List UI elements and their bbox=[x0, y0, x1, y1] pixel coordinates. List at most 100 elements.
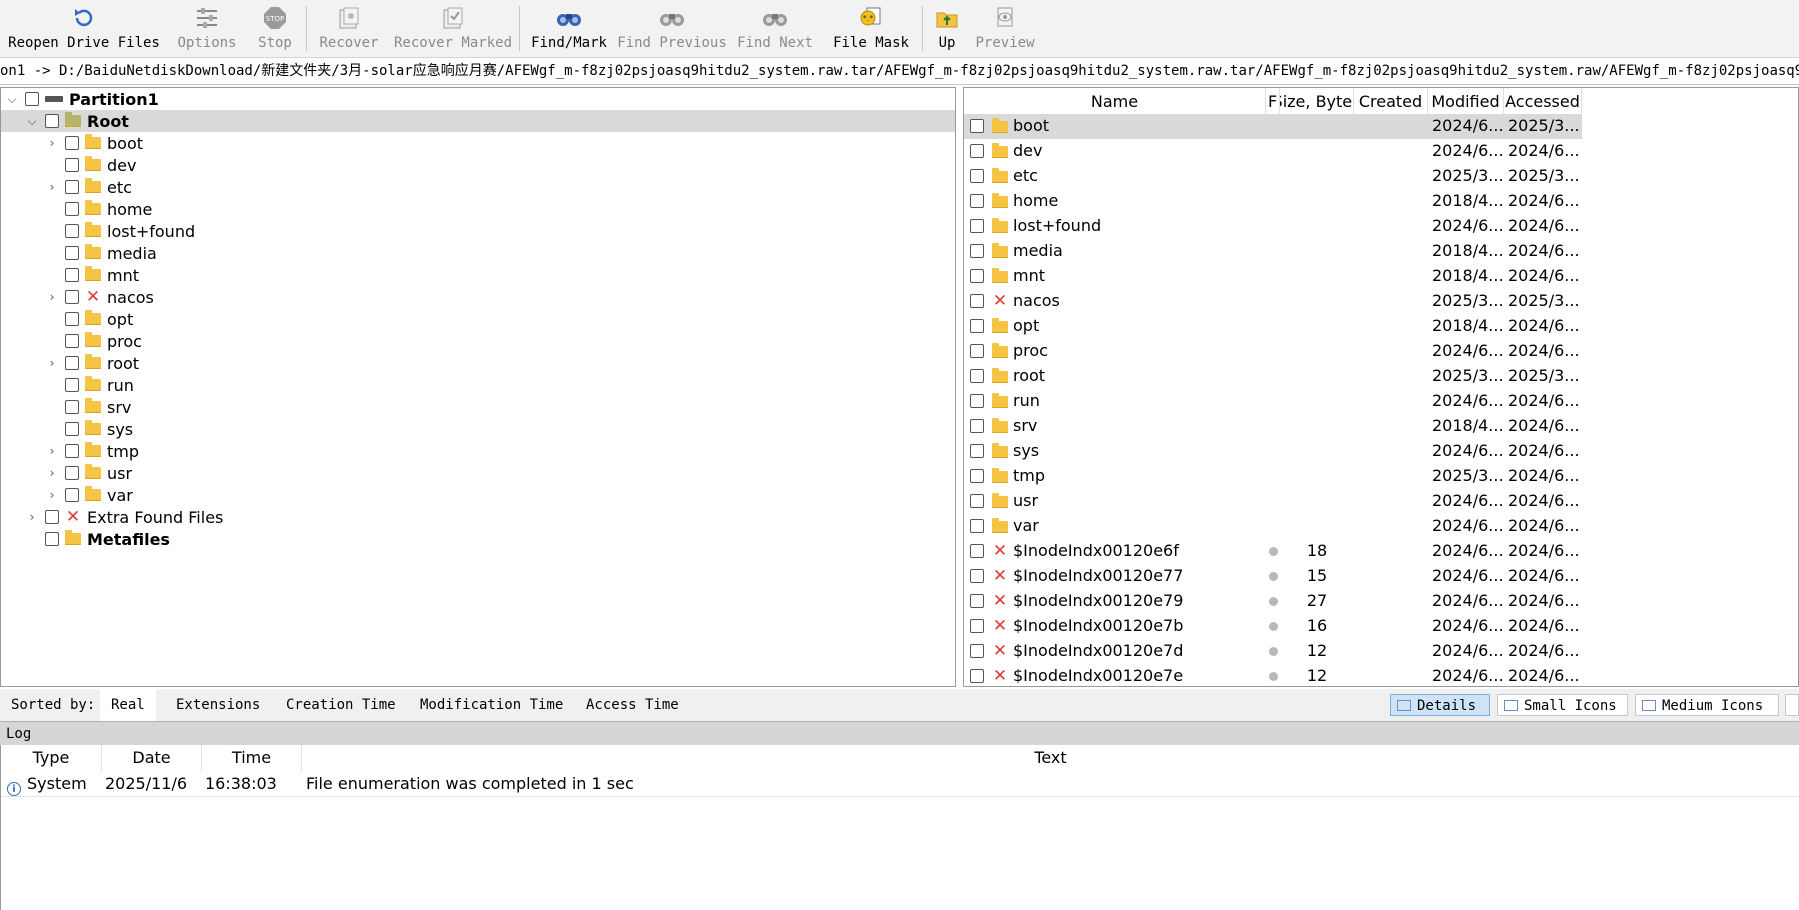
column-header-modified[interactable]: Modified bbox=[1428, 88, 1504, 114]
up-button[interactable]: Up bbox=[925, 0, 969, 57]
table-row[interactable]: sys 2024/6... 2024/6... bbox=[964, 439, 1582, 464]
log-row[interactable]: i System 2025/11/6 16:38:03 File enumera… bbox=[1, 772, 1799, 797]
tree-node-metafiles[interactable]: Metafiles bbox=[1, 528, 955, 550]
log-column-text[interactable]: Text bbox=[302, 745, 1799, 771]
reopen-drive-files-button[interactable]: Reopen Drive Files bbox=[0, 0, 168, 57]
chevron-right-icon[interactable]: › bbox=[45, 356, 59, 370]
log-column-type[interactable]: Type bbox=[1, 745, 102, 771]
table-row[interactable]: ✕ $InodeIndx00120e6f 18 2024/6... 2024/6... bbox=[964, 539, 1582, 564]
checkbox[interactable] bbox=[970, 519, 984, 533]
tree-node-item[interactable]: › root bbox=[1, 352, 955, 374]
tree-node-item[interactable]: sys bbox=[1, 418, 955, 440]
checkbox[interactable] bbox=[970, 194, 984, 208]
tree-node-item[interactable]: proc bbox=[1, 330, 955, 352]
checkbox[interactable] bbox=[65, 356, 79, 370]
checkbox[interactable] bbox=[65, 202, 79, 216]
checkbox[interactable] bbox=[970, 469, 984, 483]
checkbox[interactable] bbox=[970, 619, 984, 633]
tree-node-item[interactable]: opt bbox=[1, 308, 955, 330]
chevron-right-icon[interactable]: › bbox=[45, 136, 59, 150]
view-small-icons-button[interactable]: Small Icons bbox=[1497, 694, 1628, 716]
view-medium-icons-button[interactable]: Medium Icons bbox=[1635, 694, 1779, 716]
checkbox[interactable] bbox=[65, 466, 79, 480]
table-row[interactable]: usr 2024/6... 2024/6... bbox=[964, 489, 1582, 514]
checkbox[interactable] bbox=[65, 290, 79, 304]
stop-button[interactable]: STOP Stop bbox=[246, 0, 304, 57]
table-row[interactable]: ✕ $InodeIndx00120e7d 12 2024/6... 2024/6... bbox=[964, 639, 1582, 664]
sort-real[interactable]: Real bbox=[100, 689, 156, 721]
checkbox[interactable] bbox=[65, 400, 79, 414]
view-details-button[interactable]: Details bbox=[1390, 694, 1490, 716]
table-row[interactable]: boot 2024/6... 2025/3... bbox=[964, 114, 1582, 139]
find-next-button[interactable]: Find Next bbox=[728, 0, 822, 57]
checkbox[interactable] bbox=[970, 344, 984, 358]
checkbox[interactable] bbox=[970, 444, 984, 458]
column-header-accessed[interactable]: Accessed bbox=[1504, 88, 1582, 114]
tree-node-item[interactable]: › var bbox=[1, 484, 955, 506]
tree-node-item[interactable]: srv bbox=[1, 396, 955, 418]
checkbox[interactable] bbox=[970, 219, 984, 233]
chevron-down-icon[interactable]: ⌵ bbox=[25, 114, 39, 128]
path-bar[interactable]: on1 -> D:/BaiduNetdiskDownload/新建文件夹/3月-… bbox=[0, 58, 1799, 85]
tree-node-item[interactable]: › etc bbox=[1, 176, 955, 198]
table-row[interactable]: run 2024/6... 2024/6... bbox=[964, 389, 1582, 414]
checkbox[interactable] bbox=[970, 369, 984, 383]
checkbox[interactable] bbox=[65, 158, 79, 172]
table-row[interactable]: root 2025/3... 2025/3... bbox=[964, 364, 1582, 389]
column-header-created[interactable]: Created bbox=[1354, 88, 1428, 114]
tree-node-item[interactable]: dev bbox=[1, 154, 955, 176]
tree-node-item[interactable]: mnt bbox=[1, 264, 955, 286]
table-row[interactable]: dev 2024/6... 2024/6... bbox=[964, 139, 1582, 164]
tree-node-item[interactable]: lost+found bbox=[1, 220, 955, 242]
preview-button[interactable]: Preview bbox=[969, 0, 1041, 57]
checkbox[interactable] bbox=[65, 444, 79, 458]
log-column-date[interactable]: Date bbox=[102, 745, 202, 771]
checkbox[interactable] bbox=[970, 394, 984, 408]
tree-node-item[interactable]: run bbox=[1, 374, 955, 396]
checkbox[interactable] bbox=[45, 532, 59, 546]
sort-creation-time[interactable]: Creation Time bbox=[275, 689, 407, 721]
checkbox[interactable] bbox=[970, 244, 984, 258]
checkbox[interactable] bbox=[65, 268, 79, 282]
options-button[interactable]: Options bbox=[168, 0, 246, 57]
table-row[interactable]: media 2018/4... 2024/6... bbox=[964, 239, 1582, 264]
checkbox[interactable] bbox=[970, 644, 984, 658]
checkbox[interactable] bbox=[970, 294, 984, 308]
checkbox[interactable] bbox=[65, 136, 79, 150]
table-row[interactable]: tmp 2025/3... 2024/6... bbox=[964, 464, 1582, 489]
tree-node-item[interactable]: › ✕ nacos bbox=[1, 286, 955, 308]
checkbox[interactable] bbox=[970, 544, 984, 558]
checkbox[interactable] bbox=[970, 169, 984, 183]
chevron-right-icon[interactable]: › bbox=[25, 510, 39, 524]
tree-node-partition[interactable]: ⌵ Partition1 bbox=[1, 88, 955, 110]
checkbox[interactable] bbox=[65, 180, 79, 194]
table-row[interactable]: home 2018/4... 2024/6... bbox=[964, 189, 1582, 214]
checkbox[interactable] bbox=[970, 419, 984, 433]
log-column-time[interactable]: Time bbox=[202, 745, 302, 771]
chevron-right-icon[interactable]: › bbox=[45, 180, 59, 194]
checkbox[interactable] bbox=[65, 246, 79, 260]
checkbox[interactable] bbox=[970, 569, 984, 583]
sort-modification-time[interactable]: Modification Time bbox=[409, 689, 574, 721]
table-row[interactable]: srv 2018/4... 2024/6... bbox=[964, 414, 1582, 439]
checkbox[interactable] bbox=[970, 269, 984, 283]
chevron-right-icon[interactable]: › bbox=[45, 466, 59, 480]
checkbox[interactable] bbox=[65, 422, 79, 436]
column-header-name[interactable]: Name bbox=[964, 88, 1266, 114]
checkbox[interactable] bbox=[65, 312, 79, 326]
chevron-down-icon[interactable]: ⌵ bbox=[5, 92, 19, 106]
table-row[interactable]: ✕ $InodeIndx00120e77 15 2024/6... 2024/6... bbox=[964, 564, 1582, 589]
tree-node-item[interactable]: › boot bbox=[1, 132, 955, 154]
checkbox[interactable] bbox=[970, 669, 984, 683]
checkbox[interactable] bbox=[25, 92, 39, 106]
checkbox[interactable] bbox=[45, 114, 59, 128]
tree-node-item[interactable]: home bbox=[1, 198, 955, 220]
column-header-size[interactable]: Size, Bytes bbox=[1280, 88, 1354, 114]
table-row[interactable]: etc 2025/3... 2025/3... bbox=[964, 164, 1582, 189]
checkbox[interactable] bbox=[970, 494, 984, 508]
chevron-right-icon[interactable]: › bbox=[45, 290, 59, 304]
checkbox[interactable] bbox=[970, 594, 984, 608]
column-header-f[interactable]: F bbox=[1266, 88, 1280, 114]
table-row[interactable]: opt 2018/4... 2024/6... bbox=[964, 314, 1582, 339]
tree-node-extra-found-files[interactable]: › ✕ Extra Found Files bbox=[1, 506, 955, 528]
